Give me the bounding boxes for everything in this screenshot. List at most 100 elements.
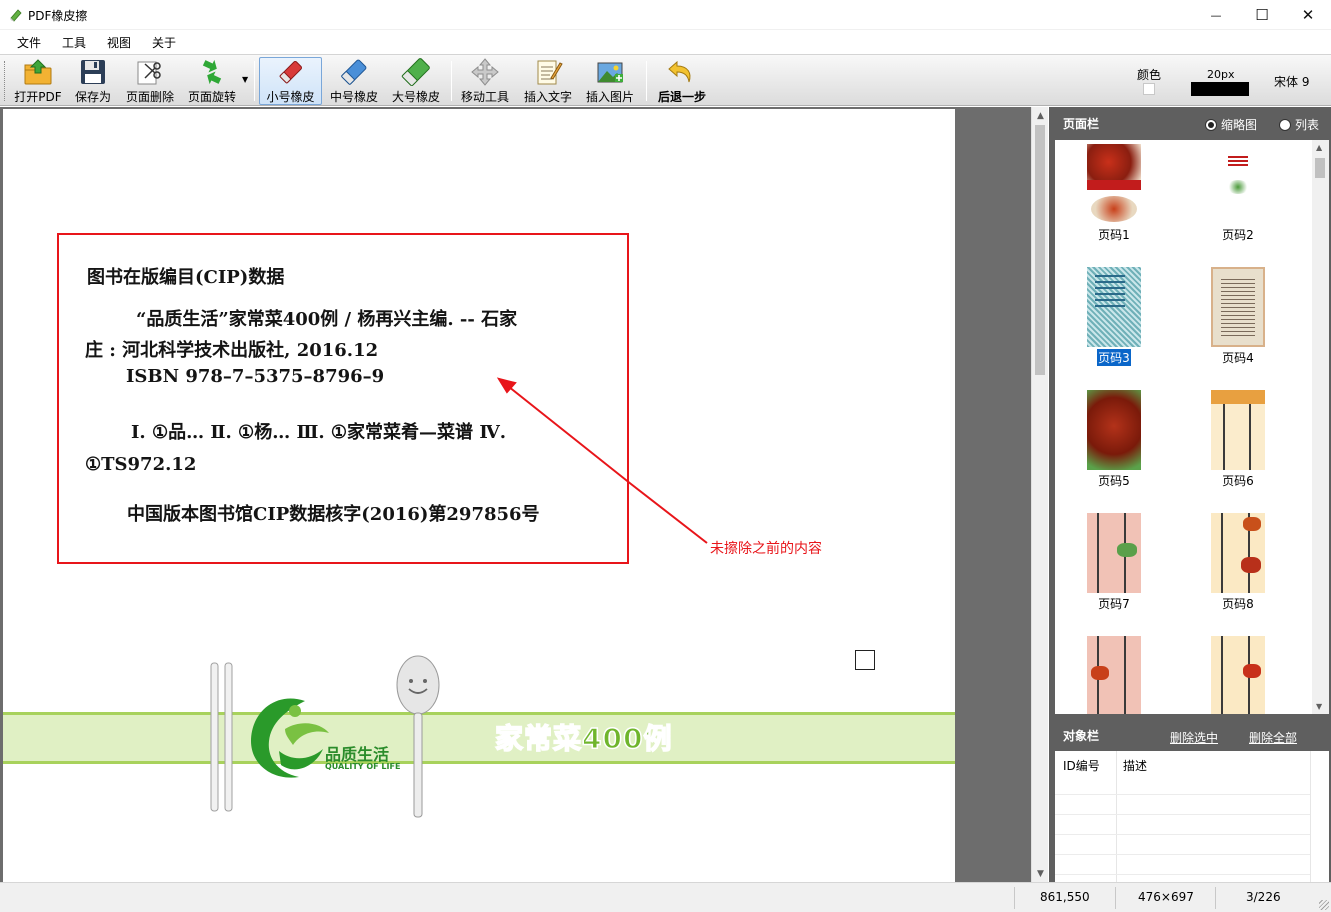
scroll-down-icon[interactable]: ▼ (1316, 702, 1322, 711)
scroll-down-icon[interactable]: ▼ (1032, 865, 1049, 882)
table-divider (1310, 751, 1311, 882)
close-button[interactable]: ✕ (1285, 0, 1331, 30)
page-panel-header: 页面栏 缩略图 列表 (1049, 107, 1331, 137)
small-eraser-button[interactable]: 小号橡皮 (259, 57, 322, 105)
page-8-thumbnail-image (1211, 513, 1265, 593)
page-label: 页码3 (1097, 349, 1131, 366)
save-as-button[interactable]: 保存为 (70, 57, 116, 105)
green-banner (3, 712, 955, 764)
toolbar-grip[interactable] (4, 61, 7, 101)
insert-text-button[interactable]: 插入文字 (520, 57, 576, 105)
resize-grip-icon[interactable] (1319, 900, 1329, 910)
toolbar-separator (646, 61, 647, 101)
page-label: 页码8 (1222, 597, 1254, 611)
open-pdf-button[interactable]: 打开PDF (12, 57, 64, 105)
status-bar: 861,550 476×697 3/226 (0, 882, 1331, 912)
page-thumbnail[interactable] (1069, 636, 1159, 714)
delete-selected-link[interactable]: 删除选中 (1170, 729, 1218, 746)
view-thumbnail-radio[interactable]: 缩略图 (1205, 116, 1257, 133)
page-thumbnail-list[interactable]: 页码1 页码2 页码3 页码4 页码5 页码6 页码7 页码8 ▲ ▼ (1055, 140, 1329, 714)
undo-button[interactable]: 后退一步 (652, 57, 712, 105)
quality-of-life-logo-icon (251, 698, 329, 778)
insert-image-label: 插入图片 (585, 90, 634, 104)
status-divider (1215, 887, 1216, 909)
picture-icon (594, 57, 626, 86)
page-delete-label: 页面删除 (125, 90, 174, 104)
page-thumbnail[interactable]: 页码2 (1193, 144, 1283, 243)
scroll-up-icon[interactable]: ▲ (1316, 143, 1322, 152)
selection-square[interactable] (855, 650, 875, 670)
menu-file[interactable]: 文件 (17, 34, 41, 51)
page-thumbnail[interactable]: 页码6 (1193, 390, 1283, 489)
large-eraser-button[interactable]: 大号橡皮 (388, 57, 444, 105)
minimize-icon: — (1210, 8, 1222, 22)
delete-all-link[interactable]: 删除全部 (1249, 729, 1297, 746)
page-thumbnail[interactable] (1193, 636, 1283, 714)
minimize-button[interactable]: — (1193, 0, 1239, 30)
page-label: 页码2 (1222, 228, 1254, 242)
radio-unselected-icon (1279, 118, 1291, 131)
small-eraser-label: 小号橡皮 (266, 90, 315, 104)
page-2-thumbnail-image (1211, 144, 1265, 224)
color-swatch[interactable] (1143, 83, 1155, 95)
medium-eraser-label: 中号橡皮 (329, 90, 378, 104)
thumbnail-scrollbar[interactable]: ▲ ▼ (1312, 140, 1329, 714)
column-header-description[interactable]: 描述 (1123, 757, 1147, 774)
page-thumbnail[interactable]: 页码7 (1069, 513, 1159, 612)
page-thumbnail[interactable]: 页码5 (1069, 390, 1159, 489)
page-label: 页码5 (1098, 474, 1130, 488)
toolbar-separator (254, 61, 255, 101)
logo-subtext: QUALITY OF LIFE (325, 762, 401, 771)
right-panel: 页面栏 缩略图 列表 页码1 页码2 页码3 页码4 页码5 页码6 页码7 页… (1049, 107, 1331, 882)
scissors-icon (134, 57, 166, 86)
maximize-button[interactable]: ☐ (1239, 0, 1285, 30)
app-eraser-icon (10, 9, 22, 22)
page-thumbnail-selected[interactable]: 页码3 (1069, 267, 1159, 366)
page-1-thumbnail-image (1087, 144, 1141, 224)
object-table[interactable]: ID编号 描述 (1055, 751, 1329, 882)
rotate-dropdown-arrow-icon[interactable]: ▼ (242, 75, 248, 84)
font-label[interactable]: 宋体 9 (1274, 73, 1309, 90)
table-divider (1116, 751, 1117, 882)
cursor-coordinates: 861,550 (1040, 890, 1090, 904)
eraser-size-label: 20px (1207, 68, 1235, 81)
page-thumbnail[interactable]: 页码4 (1193, 267, 1283, 366)
eraser-size-preview[interactable] (1191, 82, 1249, 96)
open-folder-icon (22, 57, 54, 86)
page-7-thumbnail-image (1087, 513, 1141, 593)
page-thumbnail[interactable]: 页码8 (1193, 513, 1283, 612)
pdf-page[interactable]: 图书在版编目(CIP)数据 “品质生活”家常菜400例 / 杨再兴主编. -- … (3, 109, 955, 882)
insert-text-label: 插入文字 (523, 90, 572, 104)
table-row-divider (1055, 854, 1310, 855)
status-divider (1014, 887, 1015, 909)
object-panel-header: 对象栏 删除选中 删除全部 (1049, 719, 1331, 749)
menu-view[interactable]: 视图 (107, 34, 131, 51)
page-label: 页码6 (1222, 474, 1254, 488)
floppy-disk-icon (77, 57, 109, 86)
radio-selected-icon (1205, 118, 1217, 131)
maximize-icon: ☐ (1255, 6, 1269, 24)
page-thumbnail[interactable]: 页码1 (1069, 144, 1159, 243)
table-row-divider (1055, 874, 1310, 875)
scrollbar-thumb[interactable] (1035, 125, 1045, 375)
status-divider (1115, 887, 1116, 909)
view-list-radio[interactable]: 列表 (1279, 116, 1319, 133)
scroll-up-icon[interactable]: ▲ (1032, 107, 1049, 124)
move-tool-button[interactable]: 移动工具 (457, 57, 513, 105)
document-viewport[interactable]: 图书在版编目(CIP)数据 “品质生活”家常菜400例 / 杨再兴主编. -- … (0, 107, 1031, 882)
page-delete-button[interactable]: 页面删除 (120, 57, 180, 105)
window-title: PDF橡皮擦 (28, 9, 88, 23)
menu-bar: 文件 工具 视图 关于 (0, 30, 1331, 54)
menu-tools[interactable]: 工具 (62, 34, 86, 51)
scrollbar-thumb[interactable] (1315, 158, 1325, 178)
page-9-thumbnail-image (1087, 636, 1141, 714)
text-page-icon (532, 57, 564, 86)
medium-eraser-button[interactable]: 中号橡皮 (326, 57, 382, 105)
page-rotate-button[interactable]: 页面旋转 (184, 57, 240, 105)
insert-image-button[interactable]: 插入图片 (582, 57, 638, 105)
column-header-id[interactable]: ID编号 (1063, 757, 1100, 774)
page-3-thumbnail-image (1087, 267, 1141, 347)
menu-about[interactable]: 关于 (152, 34, 176, 51)
document-scrollbar[interactable]: ▲ ▼ (1031, 107, 1048, 882)
table-row-divider (1055, 834, 1310, 835)
